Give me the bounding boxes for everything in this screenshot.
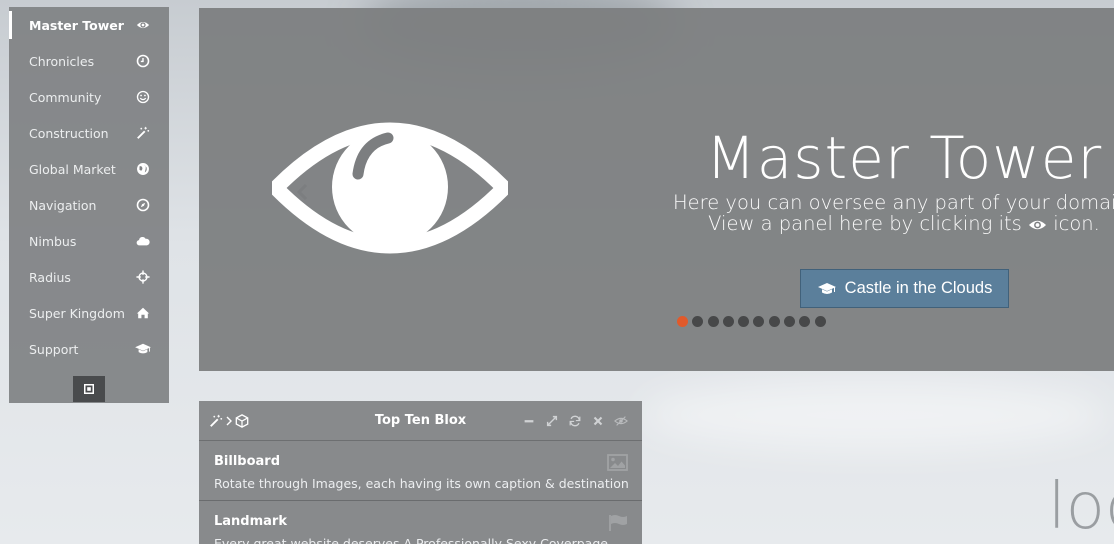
eye-icon xyxy=(1028,220,1047,230)
billboard-title: Master Tower xyxy=(705,124,1103,192)
eye-icon xyxy=(136,21,150,29)
eye-slash-icon[interactable] xyxy=(614,414,628,428)
graduation-cap-icon xyxy=(135,343,151,354)
sidebar-item-label: Navigation xyxy=(29,197,97,213)
sidebar-item-navigation[interactable]: Navigation xyxy=(9,187,169,223)
slide-dot[interactable] xyxy=(753,316,765,327)
slide-dot[interactable] xyxy=(722,316,734,327)
sidebar-item-label: Community xyxy=(29,89,102,105)
previous-slide-arrow[interactable] xyxy=(295,183,309,201)
sidebar-item-label: Chronicles xyxy=(29,53,95,69)
crosshairs-icon xyxy=(136,270,150,284)
list-item[interactable]: Landmark Every great website deserves A … xyxy=(199,501,642,544)
slide-dot[interactable] xyxy=(768,316,780,327)
sidebar-item-chronicles[interactable]: Chronicles xyxy=(9,43,169,79)
billboard-description-line: Here you can oversee any part of your do… xyxy=(672,191,1114,214)
close-icon[interactable] xyxy=(591,414,605,428)
list-item[interactable]: Billboard Rotate through Images, each ha… xyxy=(199,441,642,501)
sidebar-item-construction[interactable]: Construction xyxy=(9,115,169,151)
panel-controls xyxy=(522,414,628,428)
panel-header: Top Ten Blox xyxy=(199,401,642,441)
billboard-slider: Master Tower Here you can oversee any pa… xyxy=(199,8,1114,371)
list-item-title: Billboard xyxy=(214,454,281,469)
list-item-title: Landmark xyxy=(214,514,287,529)
slide-dot[interactable] xyxy=(814,316,826,327)
minimize-icon[interactable] xyxy=(522,414,536,428)
magic-wand-icon xyxy=(137,126,150,139)
slide-dot[interactable] xyxy=(784,316,796,327)
sidebar-item-global-market[interactable]: Global Market xyxy=(9,151,169,187)
castle-in-the-clouds-button[interactable]: Castle in the Clouds xyxy=(800,269,1009,308)
slide-dot[interactable] xyxy=(707,316,719,327)
slide-dot[interactable] xyxy=(738,316,750,327)
collapse-icon xyxy=(84,384,94,394)
sidebar: Master Tower Chronicles Community Constr… xyxy=(9,7,169,403)
slide-indicator xyxy=(677,316,826,327)
billboard-description-text: View a panel here by clicking its xyxy=(708,212,1022,235)
list-item-description: Rotate through Images, each having its o… xyxy=(214,476,629,491)
sidebar-item-nimbus[interactable]: Nimbus xyxy=(9,223,169,259)
billboard-description: Here you can oversee any part of your do… xyxy=(669,192,1114,234)
sidebar-item-support[interactable]: Support xyxy=(9,331,169,367)
background-heading-text: loo xyxy=(1048,470,1114,544)
sidebar-collapse-button[interactable] xyxy=(73,376,105,402)
slide-dot[interactable] xyxy=(677,316,688,327)
sidebar-item-label: Super Kingdom xyxy=(29,305,125,321)
background-cloud xyxy=(640,380,1110,450)
button-label: Castle in the Clouds xyxy=(844,279,993,297)
top-ten-blox-panel: Top Ten Blox Billboard Rotate through Im… xyxy=(199,401,642,544)
list-item-description: Every great website deserves A Professio… xyxy=(214,536,608,544)
home-icon xyxy=(136,307,150,319)
compass-icon xyxy=(136,198,150,212)
sidebar-item-label: Master Tower xyxy=(29,17,124,33)
sidebar-item-radius[interactable]: Radius xyxy=(9,259,169,295)
sidebar-item-label: Nimbus xyxy=(29,233,77,249)
expand-icon[interactable] xyxy=(545,414,559,428)
cloud-icon xyxy=(136,236,150,246)
slide-dot[interactable] xyxy=(692,316,704,327)
refresh-icon[interactable] xyxy=(568,414,582,428)
sidebar-item-super-kingdom[interactable]: Super Kingdom xyxy=(9,295,169,331)
image-icon xyxy=(607,454,628,471)
globe-icon xyxy=(137,163,149,175)
billboard-description-text: icon. xyxy=(1053,212,1100,235)
sidebar-item-label: Radius xyxy=(29,269,71,285)
sidebar-item-label: Construction xyxy=(29,125,109,141)
flag-icon xyxy=(609,515,627,531)
sidebar-item-community[interactable]: Community xyxy=(9,79,169,115)
clock-icon xyxy=(136,54,150,68)
graduation-cap-icon xyxy=(817,282,836,294)
sidebar-item-label: Global Market xyxy=(29,161,116,177)
sidebar-item-label: Support xyxy=(29,341,79,357)
slide-dot[interactable] xyxy=(799,316,811,327)
sidebar-item-master-tower[interactable]: Master Tower xyxy=(9,7,169,43)
smile-icon xyxy=(136,90,150,104)
